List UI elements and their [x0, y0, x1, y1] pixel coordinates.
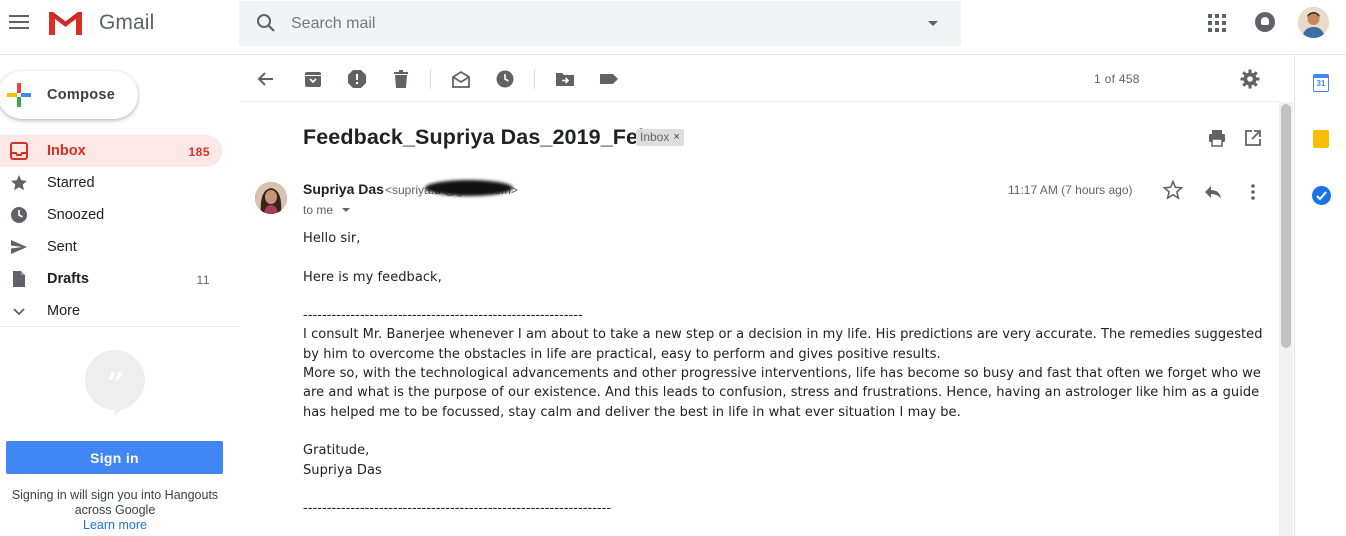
toolbar-divider	[430, 69, 431, 89]
search-icon[interactable]	[256, 13, 276, 33]
tasks-icon[interactable]	[1312, 186, 1331, 205]
chevron-down-icon	[13, 308, 25, 316]
sidebar-divider	[0, 326, 240, 327]
toolbar-divider	[534, 69, 535, 89]
sidebar-item-snoozed[interactable]: Snoozed	[0, 199, 222, 231]
scrollbar-thumb[interactable]	[1281, 104, 1291, 348]
notifications-icon[interactable]	[1255, 12, 1275, 32]
sidebar-item-label: Drafts	[47, 271, 89, 287]
print-icon[interactable]	[1208, 129, 1226, 147]
message-toolbar: 1 of 458	[240, 56, 1280, 102]
sender-avatar[interactable]	[255, 182, 287, 214]
star-icon	[11, 175, 27, 191]
archive-icon[interactable]	[303, 69, 323, 89]
sidebar-item-label: Sent	[47, 239, 77, 255]
inbox-label-chip[interactable]: Inbox ×	[636, 129, 684, 146]
search-bar	[239, 1, 961, 46]
learn-more-link[interactable]: Learn more	[0, 518, 230, 532]
search-options-icon[interactable]	[928, 21, 938, 26]
sender-name: Supriya Das	[303, 181, 384, 197]
body-divider: ----------------------------------------…	[303, 501, 612, 517]
body-intro: Here is my feedback,	[303, 269, 442, 285]
sidebar-item-starred[interactable]: Starred	[0, 167, 222, 199]
draft-icon	[13, 271, 25, 287]
label-chip-text: Inbox	[640, 130, 670, 144]
labels-icon[interactable]	[599, 69, 619, 89]
side-panel	[1294, 55, 1346, 536]
clock-icon	[11, 207, 27, 223]
pagination-count: 1 of 458	[1094, 72, 1140, 86]
sidebar-item-inbox[interactable]: Inbox 185	[0, 135, 222, 167]
body-closing: Gratitude,	[303, 443, 370, 459]
remove-label-icon[interactable]: ×	[673, 129, 679, 146]
gmail-logo-icon	[47, 9, 84, 37]
keep-icon[interactable]	[1313, 130, 1329, 148]
app-name: Gmail	[99, 11, 155, 34]
sidebar-item-label: Starred	[47, 175, 95, 191]
sidebar-item-drafts[interactable]: Drafts 11	[0, 263, 222, 295]
reply-icon[interactable]	[1203, 182, 1223, 202]
sidebar-item-label: More	[47, 303, 81, 319]
gmail-logo[interactable]: Gmail	[47, 9, 154, 37]
body-greeting: Hello sir,	[303, 231, 361, 246]
compose-button[interactable]: Compose	[0, 71, 138, 119]
apps-icon[interactable]	[1208, 14, 1226, 32]
sidebar-nav: Inbox 185 Starred Snoozed Sent Drafts 11…	[0, 135, 240, 327]
unread-count: 185	[188, 145, 210, 159]
email-subject: Feedback_Supriya Das_2019_Feb	[303, 125, 652, 149]
more-icon[interactable]	[1249, 182, 1257, 202]
mark-unread-icon[interactable]	[451, 69, 471, 89]
hangouts-signin-text: Signing in will sign you into Hangouts a…	[11, 488, 219, 517]
delete-icon[interactable]	[391, 69, 411, 89]
menu-icon[interactable]	[6, 9, 32, 35]
redaction-mark	[425, 180, 513, 196]
email-body: Hello sir, Here is my feedback, --------…	[303, 229, 1263, 518]
calendar-icon[interactable]: 31	[1313, 74, 1329, 92]
body-paragraph: I consult Mr. Banerjee whenever I am abo…	[303, 327, 1267, 362]
body-signature: Supriya Das	[303, 462, 382, 478]
send-icon	[11, 240, 27, 254]
move-to-icon[interactable]	[555, 69, 575, 89]
compose-label: Compose	[47, 87, 116, 103]
report-spam-icon[interactable]	[347, 69, 367, 89]
inbox-icon	[10, 142, 28, 160]
app-header: Gmail	[0, 0, 1346, 55]
body-paragraph: More so, with the technological advancem…	[303, 366, 1266, 420]
hangouts-signin-button[interactable]: Sign in	[6, 441, 223, 474]
back-icon[interactable]	[256, 69, 276, 89]
star-icon[interactable]	[1163, 180, 1183, 200]
recipient-line: to me	[303, 203, 334, 217]
account-avatar[interactable]	[1298, 7, 1329, 38]
draft-count: 11	[196, 273, 210, 287]
show-details-icon[interactable]	[342, 208, 350, 212]
sidebar-item-more[interactable]: More	[0, 295, 222, 327]
sidebar-item-sent[interactable]: Sent	[0, 231, 222, 263]
snooze-icon[interactable]	[495, 69, 515, 89]
sidebar-item-label: Snoozed	[47, 207, 105, 223]
compose-plus-icon	[7, 83, 31, 107]
hangouts-icon: ”	[85, 350, 145, 416]
message-timestamp: 11:17 AM (7 hours ago)	[1008, 183, 1133, 197]
body-divider: ----------------------------------------…	[303, 308, 583, 324]
settings-icon[interactable]	[1240, 69, 1260, 89]
popout-icon[interactable]	[1244, 129, 1262, 147]
sidebar-item-label: Inbox	[47, 143, 86, 159]
search-input[interactable]	[291, 13, 891, 35]
